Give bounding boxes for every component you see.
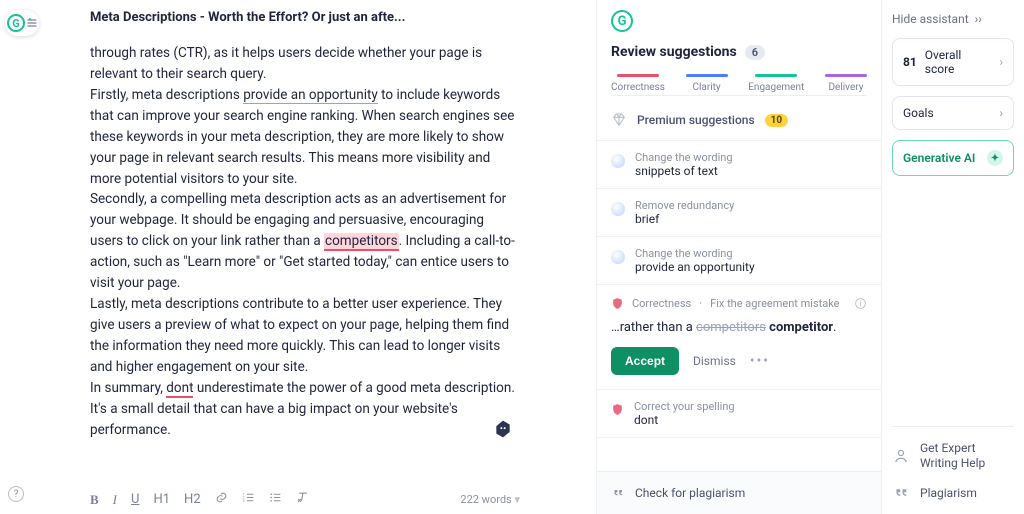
clear-format-button[interactable] xyxy=(296,491,309,508)
suggestion-label: Change the wording xyxy=(635,247,755,260)
text: In summary, xyxy=(90,380,166,396)
format-toolbar: B I U H1 H2 123 222 words ▾ xyxy=(90,491,520,508)
diamond-icon xyxy=(611,112,627,128)
suggestion-value: dont xyxy=(634,413,735,427)
category-label: Correctness xyxy=(632,297,691,310)
sparkle-icon: ✦ xyxy=(987,150,1003,166)
suggestion-label: Remove redundancy xyxy=(635,199,734,212)
bullet-list-button[interactable] xyxy=(269,491,282,508)
shield-icon xyxy=(611,297,624,310)
clarity-underline[interactable]: provide an opportunity xyxy=(243,87,378,104)
tab-delivery[interactable]: Delivery xyxy=(825,74,867,93)
accept-button[interactable]: Accept xyxy=(611,347,679,375)
suggestion-value: brief xyxy=(635,212,734,226)
correctness-highlight[interactable]: competitors xyxy=(324,233,399,251)
premium-label: Premium suggestions xyxy=(637,113,755,127)
italic-button[interactable]: I xyxy=(113,492,117,508)
grammarly-logo-icon: G xyxy=(7,14,25,32)
suggestion-count-badge: 6 xyxy=(745,45,765,60)
text: Firstly, meta descriptions xyxy=(90,87,243,103)
help-icon[interactable]: ? xyxy=(8,486,24,502)
premium-suggestions-row[interactable]: Premium suggestions 10 xyxy=(597,100,881,141)
panel-title: Review suggestions xyxy=(611,44,737,60)
tab-engagement[interactable]: Engagement xyxy=(748,74,804,93)
rule-label: Fix the agreement mistake xyxy=(710,297,839,310)
document-editor[interactable]: Meta Descriptions - Worth the Effort? Or… xyxy=(90,10,520,490)
chevron-right-icon: › xyxy=(999,55,1003,69)
quote-icon xyxy=(611,486,625,500)
shield-icon xyxy=(611,403,624,416)
goals-card[interactable]: Goals › xyxy=(892,96,1014,130)
suggestion-value: provide an opportunity xyxy=(635,260,755,274)
right-rail: Hide assistant ›› 81 Overall score › Goa… xyxy=(882,0,1024,514)
tab-correctness[interactable]: Correctness xyxy=(611,74,665,93)
word-count[interactable]: 222 words ▾ xyxy=(460,493,520,506)
suggestions-panel: G Review suggestions 6 Correctness Clari… xyxy=(596,0,882,514)
suggestion-value: snippets of text xyxy=(635,164,733,178)
dismiss-button[interactable]: Dismiss xyxy=(693,354,736,368)
text: Lastly, meta descriptions contribute to … xyxy=(90,296,509,375)
grammarly-widget[interactable]: G xyxy=(5,10,39,36)
diff-text: …rather than a competitors competitor. xyxy=(611,320,867,335)
generative-ai-card[interactable]: Generative AI ✦ xyxy=(892,140,1014,176)
chevron-right-icon: › xyxy=(999,106,1003,120)
h2-button[interactable]: H2 xyxy=(184,492,201,507)
menu-icon xyxy=(27,18,37,28)
document-body[interactable]: through rates (CTR), as it helps users d… xyxy=(90,43,520,441)
tab-clarity[interactable]: Clarity xyxy=(686,74,728,93)
chevron-right-icon: ›› xyxy=(975,12,982,26)
assistant-fab-icon[interactable] xyxy=(492,418,514,440)
suggestion-card-expanded: Correctness · Fix the agreement mistake … xyxy=(597,285,881,390)
suggestion-label: Correct your spelling xyxy=(634,400,735,413)
quote-icon xyxy=(892,484,910,502)
h1-button[interactable]: H1 xyxy=(153,492,170,507)
link-button[interactable] xyxy=(215,491,228,508)
suggestion-card[interactable]: Correct your spellingdont xyxy=(597,390,881,438)
info-icon[interactable] xyxy=(854,297,867,310)
underline-button[interactable]: U xyxy=(131,492,139,507)
clarity-dot-icon xyxy=(611,154,625,168)
text: through rates (CTR), as it helps users d… xyxy=(90,45,482,82)
bold-button[interactable]: B xyxy=(90,492,99,508)
grammarly-logo-icon: G xyxy=(611,10,633,32)
person-icon xyxy=(892,447,910,465)
suggestion-card[interactable]: Change the wordingprovide an opportunity xyxy=(597,237,881,285)
overall-score-card[interactable]: 81 Overall score › xyxy=(892,38,1014,86)
clarity-dot-icon xyxy=(611,250,625,264)
suggestion-card[interactable]: Remove redundancybrief xyxy=(597,189,881,237)
spelling-underline[interactable]: dont xyxy=(166,380,193,398)
check-plagiarism-button[interactable]: Check for plagiarism xyxy=(597,471,881,514)
plagiarism-button[interactable]: Plagiarism xyxy=(892,484,1014,502)
suggestion-card[interactable]: Change the wordingsnippets of text xyxy=(597,141,881,189)
document-title: Meta Descriptions - Worth the Effort? Or… xyxy=(90,10,520,25)
score-value: 81 xyxy=(903,55,917,69)
premium-count-badge: 10 xyxy=(765,114,788,127)
suggestion-label: Change the wording xyxy=(635,151,733,164)
svg-text:3: 3 xyxy=(242,498,244,503)
more-menu-icon[interactable]: ••• xyxy=(750,353,770,369)
hide-assistant-button[interactable]: Hide assistant ›› xyxy=(892,12,1014,26)
expert-help-button[interactable]: Get Expert Writing Help xyxy=(892,441,1014,470)
score-label: Overall score xyxy=(925,48,992,76)
ordered-list-button[interactable]: 123 xyxy=(242,491,255,508)
clarity-dot-icon xyxy=(611,202,625,216)
